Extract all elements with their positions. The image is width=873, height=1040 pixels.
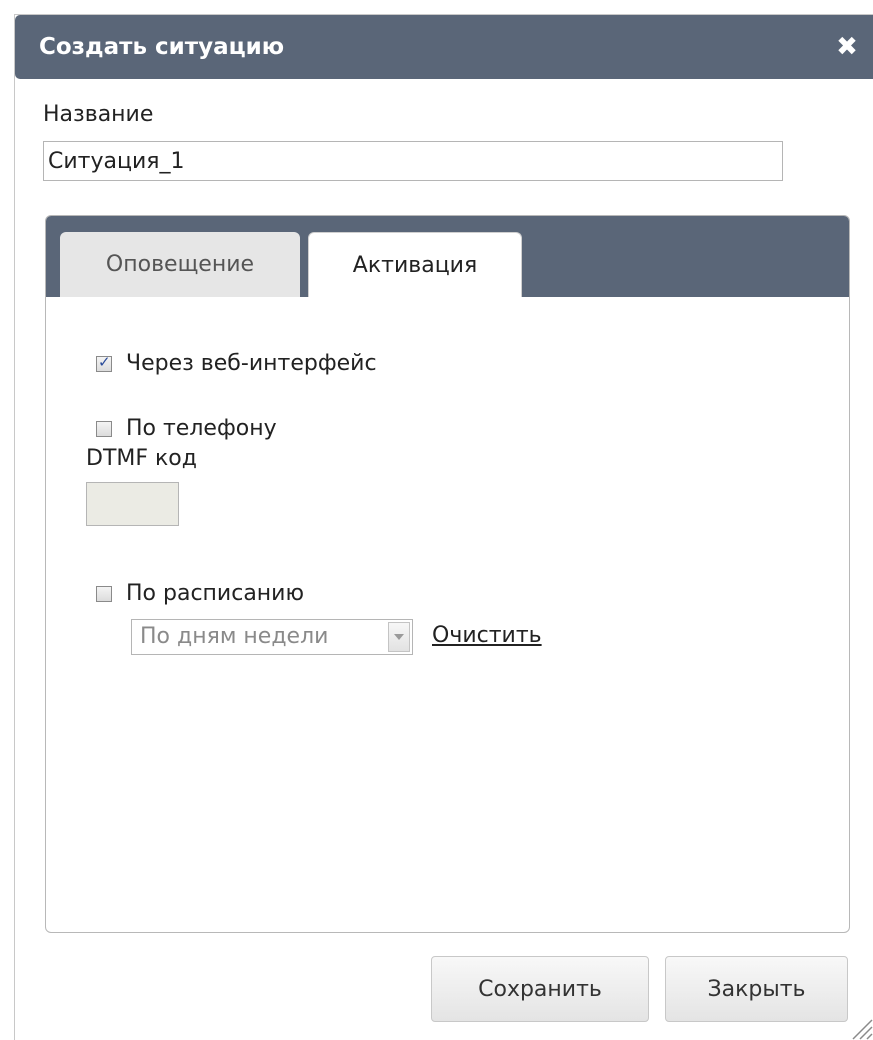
schedule-checkbox[interactable] <box>96 586 112 602</box>
web-interface-option[interactable]: Через веб-интерфейс <box>96 350 377 378</box>
close-button[interactable]: Закрыть <box>665 956 848 1022</box>
dtmf-label: DTMF код <box>86 446 197 471</box>
web-interface-checkbox[interactable] <box>96 353 112 372</box>
phone-checkbox[interactable] <box>96 421 112 437</box>
tabs-header: Оповещение Активация <box>46 216 849 297</box>
web-interface-label: Через веб-интерфейс <box>126 351 377 376</box>
tab-notification[interactable]: Оповещение <box>60 232 300 297</box>
phone-label: По телефону <box>126 416 277 441</box>
dropdown-button[interactable] <box>388 622 410 652</box>
chevron-down-icon <box>394 634 404 640</box>
tabs-panel: Оповещение Активация Через веб-интерфейс… <box>45 215 850 933</box>
name-input[interactable] <box>43 141 783 181</box>
resize-handle-icon[interactable] <box>847 1014 873 1040</box>
schedule-label: По расписанию <box>126 581 304 606</box>
dtmf-code-input[interactable] <box>86 482 179 526</box>
phone-option[interactable]: По телефону <box>96 415 277 443</box>
save-button[interactable]: Сохранить <box>431 956 649 1022</box>
close-icon[interactable]: ✖ <box>835 33 859 61</box>
tab-activation[interactable]: Активация <box>308 232 522 297</box>
name-label: Название <box>43 102 154 127</box>
clear-schedule-link[interactable]: Очистить <box>432 622 542 650</box>
dialog-title: Создать ситуацию <box>39 34 285 60</box>
schedule-type-select[interactable]: По дням недели <box>131 619 413 655</box>
schedule-type-value: По дням недели <box>140 624 329 649</box>
create-situation-dialog: Создать ситуацию ✖ Название Оповещение А… <box>14 14 873 1040</box>
dialog-titlebar[interactable]: Создать ситуацию ✖ <box>15 15 873 79</box>
schedule-option[interactable]: По расписанию <box>96 580 304 608</box>
